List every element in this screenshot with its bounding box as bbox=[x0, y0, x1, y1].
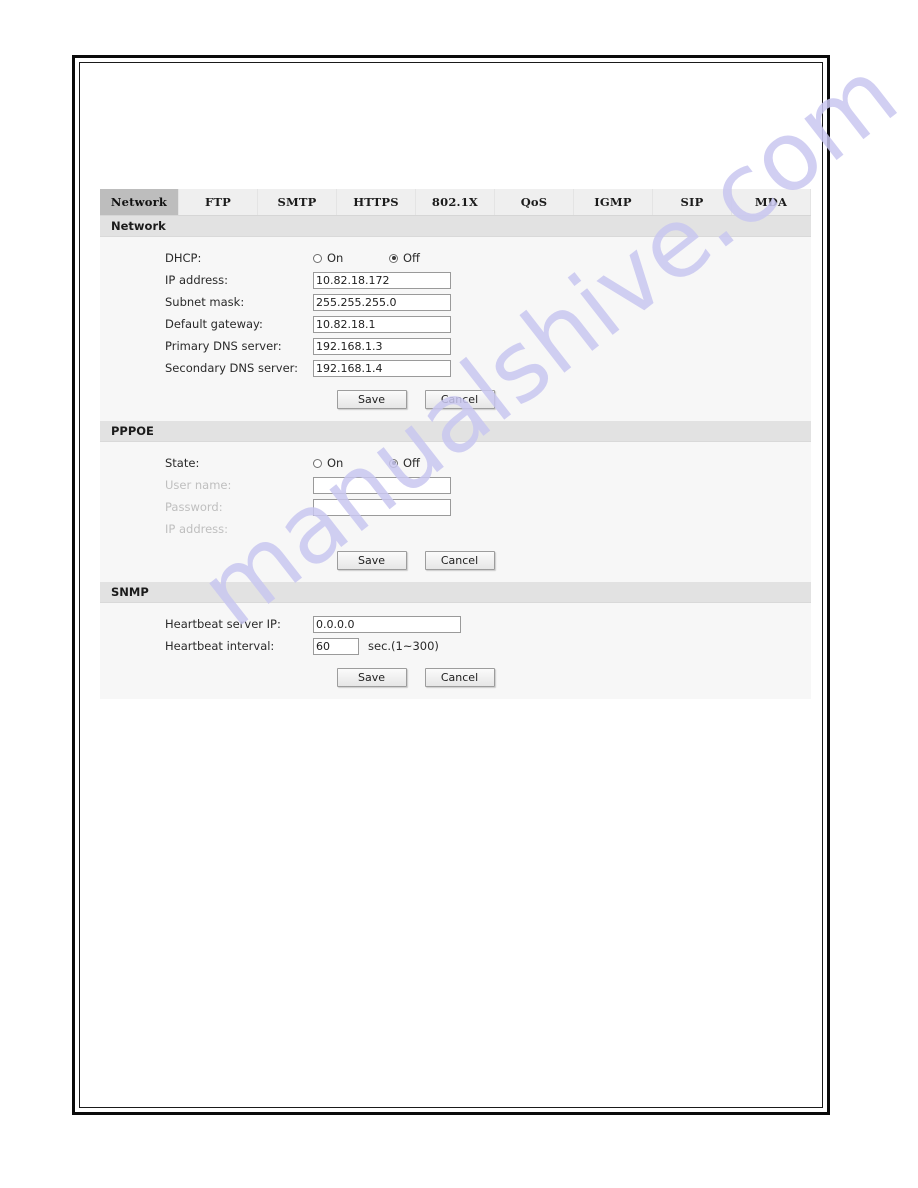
snmp-cancel-button[interactable]: Cancel bbox=[424, 668, 495, 687]
tab-https-label: HTTPS bbox=[353, 195, 399, 209]
tab-qos[interactable]: QoS bbox=[495, 189, 574, 215]
tab-mda-label: MDA bbox=[754, 195, 788, 209]
dhcp-on-label: On bbox=[327, 251, 344, 265]
subnet-mask-input[interactable] bbox=[313, 293, 451, 311]
dhcp-label: DHCP: bbox=[165, 251, 202, 265]
radio-unchecked-icon bbox=[313, 253, 322, 263]
subnet-mask-row: Subnet mask: bbox=[100, 291, 811, 313]
ip-address-label: IP address: bbox=[165, 273, 229, 287]
dhcp-radio-on[interactable]: On bbox=[313, 251, 389, 265]
heartbeat-interval-input[interactable] bbox=[313, 637, 359, 655]
pppoe-username-input[interactable] bbox=[313, 476, 451, 494]
snmp-section: SNMP Heartbeat server IP: Heartbeat inte… bbox=[100, 582, 811, 699]
pppoe-section-title: PPPOE bbox=[111, 424, 154, 438]
pppoe-button-row: Save Cancel bbox=[100, 551, 811, 570]
snmp-save-button[interactable]: Save bbox=[336, 668, 407, 687]
tab-sip-label: SIP bbox=[680, 195, 704, 209]
pppoe-password-input[interactable] bbox=[313, 498, 451, 516]
network-section-title: Network bbox=[111, 219, 166, 233]
network-button-row: Save Cancel bbox=[100, 390, 811, 409]
pppoe-state-off-label: Off bbox=[403, 456, 420, 470]
radio-checked-icon bbox=[389, 253, 398, 263]
pppoe-ip-address-label: IP address: bbox=[165, 522, 229, 536]
network-section: Network DHCP: On Off IP address: 10.82.1… bbox=[100, 216, 811, 421]
network-section-header: Network bbox=[100, 216, 811, 237]
pppoe-state-label: State: bbox=[165, 456, 200, 470]
pppoe-state-radio-group: On Off bbox=[313, 456, 420, 470]
heartbeat-server-ip-input[interactable] bbox=[313, 615, 461, 633]
tab-qos-label: QoS bbox=[520, 195, 548, 209]
dhcp-row: DHCP: On Off bbox=[100, 247, 811, 269]
tab-igmp[interactable]: IGMP bbox=[574, 189, 653, 215]
primary-dns-row: Primary DNS server: bbox=[100, 335, 811, 357]
heartbeat-interval-label: Heartbeat interval: bbox=[165, 639, 275, 653]
snmp-section-header: SNMP bbox=[100, 582, 811, 603]
tab-mda[interactable]: MDA bbox=[732, 189, 811, 215]
secondary-dns-row: Secondary DNS server: bbox=[100, 357, 811, 379]
tab-ftp-label: FTP bbox=[205, 195, 231, 209]
tab-8021x-label: 802.1X bbox=[431, 195, 479, 209]
heartbeat-server-ip-label: Heartbeat server IP: bbox=[165, 617, 281, 631]
ip-address-input[interactable] bbox=[313, 271, 451, 289]
tab-sip[interactable]: SIP bbox=[653, 189, 732, 215]
pppoe-cancel-button[interactable]: Cancel bbox=[424, 551, 495, 570]
network-settings-panel: Network FTP SMTP HTTPS 802.1X QoS IGMP S… bbox=[100, 189, 811, 699]
network-cancel-button[interactable]: Cancel bbox=[424, 390, 495, 409]
primary-dns-label: Primary DNS server: bbox=[165, 339, 282, 353]
network-section-body: DHCP: On Off IP address: Subnet m bbox=[100, 237, 811, 421]
radio-unchecked-icon bbox=[313, 458, 322, 468]
pppoe-section-header: PPPOE bbox=[100, 421, 811, 442]
pppoe-state-on-label: On bbox=[327, 456, 344, 470]
default-gateway-row: Default gateway: bbox=[100, 313, 811, 335]
tab-smtp-label: SMTP bbox=[277, 195, 317, 209]
secondary-dns-input[interactable] bbox=[313, 359, 451, 377]
pppoe-section-body: State: On Off User name: Password: IP ad… bbox=[100, 442, 811, 582]
default-gateway-label: Default gateway: bbox=[165, 317, 263, 331]
pppoe-username-label: User name: bbox=[165, 478, 232, 492]
snmp-section-title: SNMP bbox=[111, 585, 149, 599]
tab-8021x[interactable]: 802.1X bbox=[416, 189, 495, 215]
heartbeat-server-ip-row: Heartbeat server IP: bbox=[100, 613, 811, 635]
pppoe-state-row: State: On Off bbox=[100, 452, 811, 474]
heartbeat-interval-suffix: sec.(1~300) bbox=[368, 639, 439, 653]
dhcp-off-label: Off bbox=[403, 251, 420, 265]
pppoe-ip-address-row: IP address: bbox=[100, 518, 811, 540]
primary-dns-input[interactable] bbox=[313, 337, 451, 355]
network-save-button[interactable]: Save bbox=[336, 390, 407, 409]
snmp-section-body: Heartbeat server IP: Heartbeat interval:… bbox=[100, 603, 811, 699]
tab-smtp[interactable]: SMTP bbox=[258, 189, 337, 215]
ip-address-row: IP address: bbox=[100, 269, 811, 291]
dhcp-radio-off[interactable]: Off bbox=[389, 251, 420, 265]
dhcp-radio-group: On Off bbox=[313, 251, 420, 265]
subnet-mask-label: Subnet mask: bbox=[165, 295, 245, 309]
pppoe-state-radio-off[interactable]: Off bbox=[389, 456, 420, 470]
secondary-dns-label: Secondary DNS server: bbox=[165, 361, 299, 375]
pppoe-save-button[interactable]: Save bbox=[336, 551, 407, 570]
tab-https[interactable]: HTTPS bbox=[337, 189, 416, 215]
tab-network-label: Network bbox=[110, 195, 168, 209]
pppoe-password-row: Password: bbox=[100, 496, 811, 518]
tab-ftp[interactable]: FTP bbox=[179, 189, 258, 215]
settings-tab-bar: Network FTP SMTP HTTPS 802.1X QoS IGMP S… bbox=[100, 189, 811, 216]
default-gateway-input[interactable] bbox=[313, 315, 451, 333]
pppoe-username-row: User name: bbox=[100, 474, 811, 496]
snmp-button-row: Save Cancel bbox=[100, 668, 811, 687]
pppoe-section: PPPOE State: On Off User name: Password:… bbox=[100, 421, 811, 582]
tab-igmp-label: IGMP bbox=[594, 195, 632, 209]
radio-checked-icon bbox=[389, 458, 398, 468]
pppoe-state-radio-on[interactable]: On bbox=[313, 456, 389, 470]
pppoe-password-label: Password: bbox=[165, 500, 223, 514]
heartbeat-interval-row: Heartbeat interval: sec.(1~300) bbox=[100, 635, 811, 657]
tab-network[interactable]: Network bbox=[100, 189, 179, 215]
